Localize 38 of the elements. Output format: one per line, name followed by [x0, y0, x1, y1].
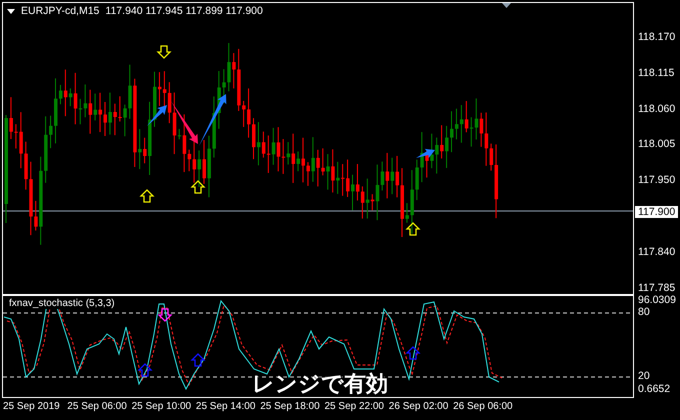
current-price-label: 117.900	[635, 206, 678, 218]
price-axis-label: 118.115	[638, 66, 674, 79]
arrow-icon	[171, 101, 198, 144]
time-axis-label: 25 Sep 10:00	[132, 401, 192, 412]
up-arrow-icon	[139, 189, 155, 203]
up-arrow-icon	[405, 346, 421, 360]
up-arrow-icon	[405, 222, 421, 236]
scroll-marker-icon	[502, 3, 511, 8]
time-axis-label: 25 Sep 22:00	[324, 401, 384, 412]
caption-text: レンジで有効	[252, 370, 388, 398]
price-axis-label: 118.005	[638, 138, 676, 150]
down-arrow-icon	[157, 308, 173, 322]
price-axis-label: 118.170	[638, 31, 676, 43]
price-axis-label: 117.840	[638, 246, 676, 258]
up-arrow-icon	[137, 363, 153, 377]
time-axis-label: 26 Sep 02:00	[388, 401, 448, 412]
indicator-axis-label: 20	[638, 370, 650, 382]
time-axis-label: 25 Sep 2019	[3, 401, 60, 412]
indicator-axis-label: 0.6652	[638, 383, 670, 395]
indicator-name: fxnav_stochastic (5,3,3)	[7, 298, 117, 309]
price-readout: 117.940 117.945 117.899 117.900	[105, 5, 263, 17]
time-axis-label: 26 Sep 06:00	[453, 401, 513, 412]
arrow-icon	[147, 105, 167, 126]
indicator-axis-label: 96.0309	[638, 294, 676, 306]
arrow-icon	[199, 94, 226, 146]
symbol-label: EURJPY-cd,M15	[21, 5, 100, 17]
time-axis-label: 25 Sep 18:00	[260, 401, 320, 412]
price-axis-label: 118.060	[638, 102, 676, 115]
price-axis-label: 117.785	[638, 282, 676, 294]
time-axis-label: 25 Sep 14:00	[196, 401, 256, 412]
time-axis-label: 25 Sep 06:00	[67, 401, 127, 412]
dropdown-icon[interactable]	[7, 8, 15, 14]
price-axis-label: 117.950	[638, 174, 676, 186]
indicator-axis-label: 80	[638, 306, 650, 318]
up-arrow-icon	[190, 180, 206, 194]
down-arrow-icon	[156, 45, 172, 59]
up-arrow-icon	[190, 353, 206, 367]
arrow-icon	[416, 148, 435, 158]
